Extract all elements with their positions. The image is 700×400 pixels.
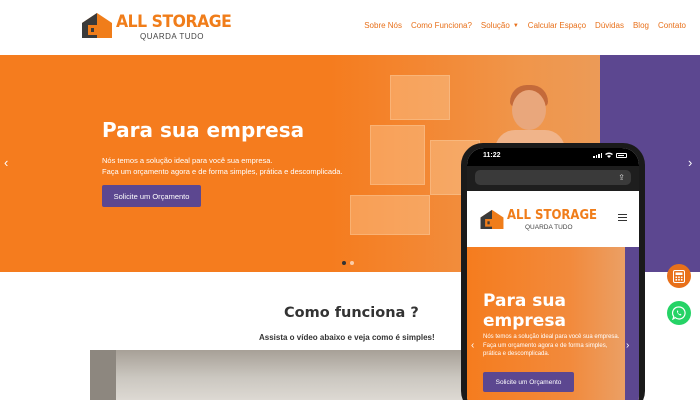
- nav-label: Como Funciona?: [411, 21, 472, 30]
- phone-hero-title-line: empresa: [483, 311, 566, 331]
- phone-site-logo[interactable]: ALL STORAGE QUARDA TUDO: [479, 208, 599, 238]
- phone-mockup: 11:22 ⇪ ALL STORAGE QUARDA TUDO Para sua…: [461, 143, 645, 400]
- phone-hero-subtitle-line: prática e descomplicada.: [483, 351, 550, 357]
- phone-status-bar: 11:22: [467, 148, 639, 166]
- wifi-icon: [605, 152, 613, 158]
- nav-label: Solução: [480, 21, 510, 30]
- nav-duvidas[interactable]: Dúvidas: [595, 21, 624, 30]
- site-header: ALL STORAGE QUARDA TUDO Sobre Nós Como F…: [0, 0, 700, 55]
- nav-blog[interactable]: Blog: [633, 21, 649, 30]
- phone-hero-title-line: Para sua: [483, 291, 566, 311]
- chevron-left-icon[interactable]: ‹: [4, 155, 8, 170]
- chevron-right-icon[interactable]: ›: [626, 340, 629, 351]
- nav-como-funciona[interactable]: Como Funciona?: [411, 21, 472, 30]
- storage-house-icon: [480, 209, 504, 229]
- phone-site-header: ALL STORAGE QUARDA TUDO: [467, 191, 639, 247]
- whatsapp-button[interactable]: [667, 301, 691, 325]
- phone-hero: Para sua empresa Nós temos a solução ide…: [467, 247, 639, 400]
- page: ALL STORAGE QUARDA TUDO Sobre Nós Como F…: [0, 0, 700, 400]
- signal-icon: [593, 152, 602, 158]
- logo-tagline: QUARDA TUDO: [140, 32, 205, 41]
- main-nav: Sobre Nós Como Funciona? Solução ▼ Calcul…: [355, 21, 686, 30]
- nav-label: Calcular Espaço: [527, 21, 587, 30]
- box-shape: [370, 125, 425, 185]
- request-quote-button[interactable]: Solicite um Orçamento: [102, 185, 201, 207]
- slider-dots: [342, 261, 354, 265]
- nav-label: Blog: [632, 21, 649, 30]
- calculator-icon: [673, 269, 685, 283]
- battery-icon: [616, 152, 627, 158]
- box-shape: [350, 195, 430, 235]
- section-title: Como funciona ?: [284, 305, 419, 321]
- nav-contato[interactable]: Contato: [658, 21, 686, 30]
- phone-hero-subtitle: Nós temos a solução ideal para você sua …: [483, 333, 619, 359]
- hero-subtitle: Nós temos a solução ideal para você sua …: [102, 155, 343, 177]
- nav-label: Contato: [657, 21, 686, 30]
- hamburger-menu-icon[interactable]: [618, 214, 627, 221]
- phone-logo-tagline: QUARDA TUDO: [525, 224, 573, 231]
- nav-label: Sobre Nós: [364, 21, 402, 30]
- box-shape: [390, 75, 450, 120]
- person-shape: [512, 90, 546, 130]
- browser-url-bar: ⇪: [467, 166, 639, 191]
- slider-dot[interactable]: [350, 261, 354, 265]
- phone-screen: 11:22 ⇪ ALL STORAGE QUARDA TUDO Para sua…: [467, 148, 639, 400]
- site-logo[interactable]: ALL STORAGE QUARDA TUDO: [80, 9, 232, 45]
- hero-subtitle-line: Nós temos a solução ideal para você sua …: [102, 156, 273, 165]
- whatsapp-icon: [672, 306, 686, 320]
- hero-subtitle-line: Faça um orçamento agora e de forma simpl…: [102, 167, 343, 176]
- phone-hero-subtitle-line: Nós temos a solução ideal para você sua …: [483, 334, 620, 340]
- section-subtitle: Assista o vídeo abaixo e veja como é sim…: [259, 333, 435, 342]
- logo-text: ALL STORAGE: [116, 12, 232, 32]
- phone-request-quote-button[interactable]: Solicite um Orçamento: [483, 372, 574, 392]
- nav-solucao[interactable]: Solução ▼: [481, 21, 519, 30]
- slider-dot[interactable]: [342, 261, 346, 265]
- phone-status-icons: [593, 152, 627, 158]
- hero-title: Para sua empresa: [102, 118, 305, 142]
- chevron-right-icon[interactable]: ›: [688, 155, 692, 170]
- nav-calcular-espaco[interactable]: Calcular Espaço: [528, 21, 586, 30]
- caret-down-icon: ▼: [512, 22, 519, 29]
- video-frame-shape: [90, 350, 116, 400]
- phone-hero-title: Para sua empresa: [483, 291, 566, 331]
- phone-hero-purple-panel: [625, 247, 639, 400]
- phone-time: 11:22: [483, 152, 501, 159]
- video-player[interactable]: [90, 350, 480, 400]
- phone-logo-text: ALL STORAGE: [507, 208, 598, 223]
- phone-hero-subtitle-line: Faça um orçamento agora e de forma simpl…: [483, 342, 608, 349]
- calculator-button[interactable]: [667, 264, 691, 288]
- nav-sobre-nos[interactable]: Sobre Nós: [364, 21, 402, 30]
- storage-house-icon: [82, 13, 112, 38]
- chevron-left-icon[interactable]: ‹: [471, 340, 474, 351]
- share-icon[interactable]: ⇪: [618, 173, 625, 182]
- url-field[interactable]: ⇪: [475, 170, 631, 185]
- nav-label: Dúvidas: [595, 21, 624, 30]
